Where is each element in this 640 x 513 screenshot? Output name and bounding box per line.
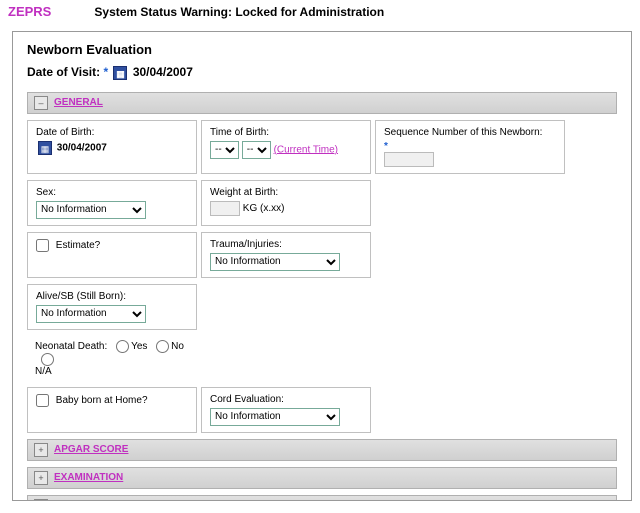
required-star: *: [103, 65, 108, 79]
cord-cell: Cord Evaluation: No Information: [201, 387, 371, 433]
calendar-icon[interactable]: ▦: [38, 141, 52, 155]
estimate-label: Estimate?: [56, 240, 100, 251]
section-general[interactable]: – GENERAL: [27, 92, 617, 114]
home-label: Baby born at Home?: [56, 395, 148, 406]
section-exam[interactable]: + EXAMINATION: [27, 467, 617, 489]
dob-value: 30/04/2007: [57, 142, 107, 153]
neo-label: Neonatal Death:: [35, 341, 107, 352]
weight-unit: KG (x.xx): [243, 203, 285, 214]
dob-cell: Date of Birth: ▦ 30/04/2007: [27, 120, 197, 174]
neo-yes-label: Yes: [131, 341, 147, 352]
sex-cell: Sex: No Information: [27, 180, 197, 226]
form-panel: Newborn Evaluation Date of Visit: * ▦ 30…: [12, 31, 632, 501]
cord-label: Cord Evaluation:: [210, 394, 362, 405]
neo-no-label: No: [171, 341, 184, 352]
visit-date-row: Date of Visit: * ▦ 30/04/2007: [27, 65, 617, 80]
estimate-checkbox[interactable]: [36, 239, 49, 252]
section-exam-link[interactable]: EXAMINATION: [54, 472, 123, 483]
page-title: Newborn Evaluation: [27, 42, 617, 57]
seq-input[interactable]: [384, 152, 434, 167]
cord-select[interactable]: No Information: [210, 408, 340, 426]
alive-cell: Alive/SB (Still Born): No Information: [27, 284, 197, 330]
section-immun[interactable]: + INFANT IMMUNIZATIONS: [27, 495, 617, 501]
neo-cell: Neonatal Death: Yes No N/A: [27, 336, 197, 381]
trauma-cell: Trauma/Injuries: No Information: [201, 232, 371, 278]
neo-yes-radio[interactable]: [116, 340, 129, 353]
dob-label: Date of Birth:: [36, 127, 188, 138]
sex-select[interactable]: No Information: [36, 201, 146, 219]
home-checkbox[interactable]: [36, 394, 49, 407]
expand-icon[interactable]: +: [34, 443, 48, 457]
trauma-select[interactable]: No Information: [210, 253, 340, 271]
tob-hour-select[interactable]: --: [210, 141, 239, 159]
calendar-icon[interactable]: ▦: [113, 66, 127, 80]
alive-label: Alive/SB (Still Born):: [36, 291, 188, 302]
section-general-link[interactable]: GENERAL: [54, 97, 103, 108]
estimate-cell: Estimate?: [27, 232, 197, 278]
trauma-label: Trauma/Injuries:: [210, 239, 362, 250]
visit-date-value: 30/04/2007: [133, 65, 193, 79]
visit-label: Date of Visit:: [27, 65, 100, 79]
collapse-icon[interactable]: –: [34, 96, 48, 110]
tob-min-select[interactable]: --: [242, 141, 271, 159]
neo-na-label: N/A: [35, 366, 52, 377]
seq-label: Sequence Number of this Newborn:: [384, 127, 556, 138]
brand: ZEPRS: [8, 4, 51, 19]
required-star: *: [384, 141, 388, 152]
weight-input[interactable]: [210, 201, 240, 216]
current-time-link[interactable]: (Current Time): [274, 144, 338, 155]
expand-icon[interactable]: +: [34, 471, 48, 485]
section-immun-link[interactable]: INFANT IMMUNIZATIONS: [54, 500, 173, 501]
section-apgar-link[interactable]: APGAR SCORE: [54, 444, 128, 455]
expand-icon[interactable]: +: [34, 499, 48, 501]
tob-cell: Time of Birth: -- -- (Current Time): [201, 120, 371, 174]
section-apgar[interactable]: + APGAR SCORE: [27, 439, 617, 461]
seq-cell: Sequence Number of this Newborn: *: [375, 120, 565, 174]
home-cell: Baby born at Home?: [27, 387, 197, 433]
neo-no-radio[interactable]: [156, 340, 169, 353]
tob-label: Time of Birth:: [210, 127, 362, 138]
status-warning: System Status Warning: Locked for Admini…: [94, 5, 384, 19]
alive-select[interactable]: No Information: [36, 305, 146, 323]
sex-label: Sex:: [36, 187, 188, 198]
weight-label: Weight at Birth:: [210, 187, 362, 198]
weight-cell: Weight at Birth: KG (x.xx): [201, 180, 371, 226]
neo-na-radio[interactable]: [41, 353, 54, 366]
